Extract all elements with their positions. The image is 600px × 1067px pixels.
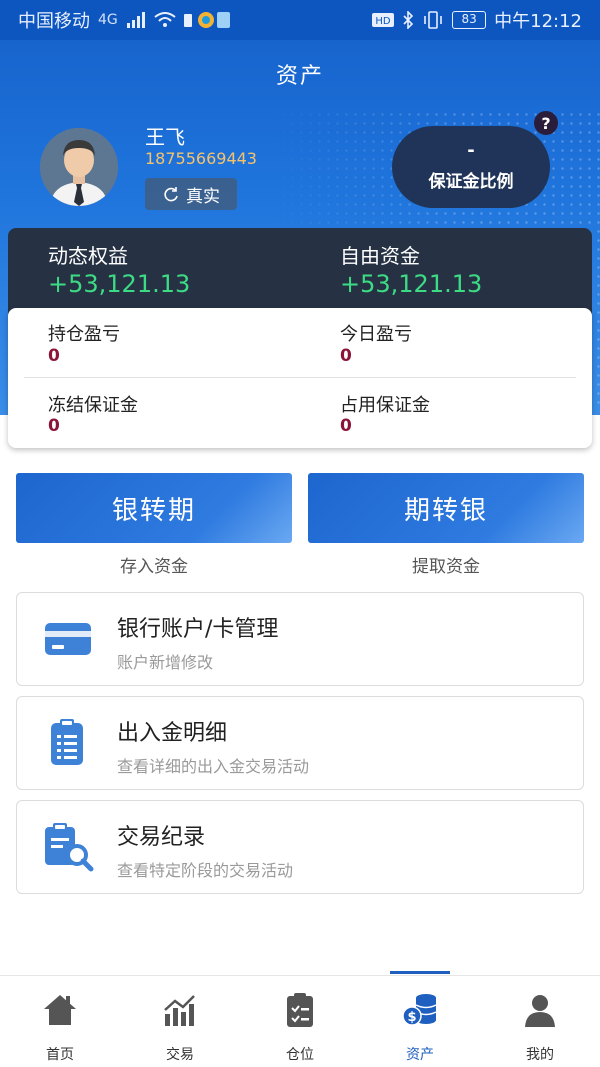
- menu-item-trade-records[interactable]: 交易纪录 查看特定阶段的交易活动: [16, 800, 584, 894]
- dynamic-equity-label: 动态权益: [48, 244, 128, 268]
- dynamic-equity-value: +53,121.13: [48, 270, 191, 298]
- bank-card-icon: [45, 623, 91, 655]
- margin-ratio-badge[interactable]: - 保证金比例: [392, 126, 550, 208]
- page-title: 资产: [275, 64, 324, 89]
- today-pnl-value: 0: [340, 346, 352, 366]
- user-icon: [525, 995, 555, 1027]
- bank-to-futures-caption: 存入资金: [120, 557, 188, 577]
- bank-to-futures-button[interactable]: 银转期: [16, 473, 292, 543]
- menu-title: 出入金明细: [117, 721, 228, 746]
- status-bar: 中国移动 4G HD 83 中午12:12: [0, 0, 600, 40]
- tab-label: 仓位: [286, 1047, 314, 1063]
- checklist-icon: [287, 993, 313, 1027]
- bluetooth-icon: [403, 11, 414, 29]
- used-margin-value: 0: [340, 416, 352, 436]
- tab-label: 我的: [526, 1047, 554, 1063]
- tab-trade[interactable]: 交易: [120, 976, 240, 1067]
- svg-text:$: $: [407, 1010, 416, 1025]
- clock-label: 中午12:12: [494, 11, 582, 32]
- tab-assets[interactable]: $ 资产: [360, 976, 480, 1067]
- bottom-tab-bar: 首页 交易 仓位 $ 资产 我的: [0, 975, 600, 1067]
- futures-to-bank-caption: 提取资金: [412, 557, 480, 577]
- hd-icon: HD: [372, 13, 395, 27]
- user-phone: 18755669443: [145, 149, 257, 168]
- vibrate-icon: [424, 11, 442, 29]
- network-label: 4G: [98, 12, 118, 28]
- tab-home[interactable]: 首页: [0, 976, 120, 1067]
- frozen-margin-value: 0: [48, 416, 60, 436]
- today-pnl-label: 今日盈亏: [340, 324, 412, 345]
- user-avatar-icon: [40, 128, 118, 206]
- battery-level: 83: [461, 12, 477, 26]
- free-funds-label: 自由资金: [340, 244, 420, 268]
- divider: [24, 377, 576, 378]
- tab-label: 资产: [406, 1047, 434, 1063]
- home-icon: [44, 995, 76, 1025]
- user-name: 王飞: [145, 125, 185, 149]
- frozen-margin-label: 冻结保证金: [48, 395, 138, 416]
- avatar[interactable]: [40, 128, 118, 206]
- chart-icon: [164, 995, 195, 1026]
- position-pnl-value: 0: [48, 346, 60, 366]
- record-search-icon: [45, 823, 94, 872]
- menu-subtitle: 查看特定阶段的交易活动: [117, 861, 294, 880]
- margin-ratio-label: 保证金比例: [428, 172, 514, 192]
- svg-text:HD: HD: [376, 16, 392, 27]
- summary-card: 持仓盈亏 0 今日盈亏 0 冻结保证金 0 占用保证金 0: [8, 308, 592, 448]
- margin-ratio-value: -: [467, 140, 475, 161]
- battery-icon: 83: [452, 11, 487, 29]
- active-tab-indicator: [390, 971, 450, 974]
- help-icon[interactable]: ?: [534, 111, 558, 135]
- app-notification-icon: [183, 12, 230, 28]
- carrier-label: 中国移动: [18, 11, 90, 32]
- tab-position[interactable]: 仓位: [240, 976, 360, 1067]
- clipboard-list-icon: [51, 719, 83, 765]
- tab-label: 首页: [46, 1047, 74, 1063]
- coins-icon: $: [402, 994, 437, 1026]
- menu-subtitle: 账户新增修改: [117, 653, 214, 672]
- verify-label: 真实: [186, 186, 220, 207]
- tab-label: 交易: [166, 1047, 194, 1063]
- verify-button[interactable]: 真实: [145, 178, 237, 210]
- position-pnl-label: 持仓盈亏: [48, 324, 120, 345]
- menu-item-fund-details[interactable]: 出入金明细 查看详细的出入金交易活动: [16, 696, 584, 790]
- refresh-icon: [164, 187, 178, 202]
- signal-icon: [126, 12, 145, 28]
- free-funds-value: +53,121.13: [340, 270, 483, 298]
- wifi-icon: [154, 12, 176, 27]
- menu-subtitle: 查看详细的出入金交易活动: [117, 757, 310, 776]
- tab-mine[interactable]: 我的: [480, 976, 600, 1067]
- menu-title: 交易纪录: [117, 825, 206, 850]
- menu-item-bank-account[interactable]: 银行账户/卡管理 账户新增修改: [16, 592, 584, 686]
- menu-title: 银行账户/卡管理: [117, 617, 279, 642]
- futures-to-bank-button[interactable]: 期转银: [308, 473, 584, 543]
- help-symbol: ?: [541, 113, 551, 133]
- used-margin-label: 占用保证金: [340, 395, 430, 416]
